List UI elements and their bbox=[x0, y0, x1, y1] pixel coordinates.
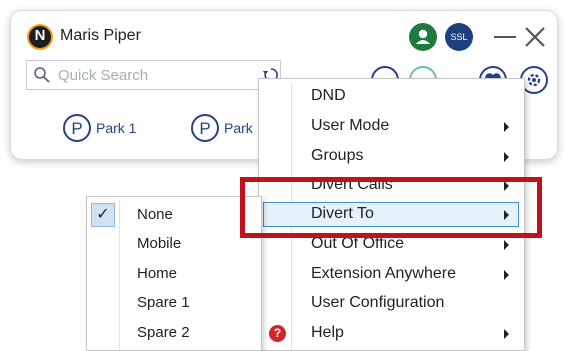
submenu-item-spare-1[interactable]: Spare 1 bbox=[87, 289, 261, 317]
park-label: Park 1 bbox=[96, 120, 137, 136]
park-icon: P bbox=[63, 114, 91, 142]
menu-item-groups[interactable]: Groups bbox=[259, 143, 524, 171]
submenu-item-mobile[interactable]: Mobile bbox=[87, 230, 261, 258]
help-icon: ? bbox=[269, 325, 286, 342]
menu-item-label: User Mode bbox=[311, 117, 390, 134]
check-icon: ✓ bbox=[91, 203, 115, 227]
submenu-arrow-icon bbox=[504, 270, 509, 280]
menu-item-extension-anywhere[interactable]: Extension Anywhere bbox=[259, 261, 524, 289]
menu-item-label: Extension Anywhere bbox=[311, 265, 456, 282]
submenu-item-label: Mobile bbox=[137, 235, 182, 252]
close-button[interactable] bbox=[523, 25, 547, 49]
menu-item-label: Help bbox=[311, 324, 344, 341]
submenu-item-none[interactable]: ✓ None bbox=[87, 201, 261, 229]
menu-item-dnd[interactable]: DND bbox=[259, 83, 524, 111]
submenu-item-label: Spare 1 bbox=[137, 294, 190, 311]
window-title: Maris Piper bbox=[60, 27, 141, 44]
search-box[interactable]: Quick Search bbox=[26, 60, 281, 90]
submenu-arrow-icon bbox=[504, 329, 509, 339]
submenu-arrow-icon bbox=[504, 122, 509, 132]
gear-icon bbox=[527, 73, 541, 87]
highlight-callout-box bbox=[240, 177, 542, 238]
close-icon bbox=[525, 27, 545, 47]
user-icon bbox=[416, 29, 430, 44]
menu-item-user-mode[interactable]: User Mode bbox=[259, 113, 524, 141]
menu-item-label: DND bbox=[311, 87, 346, 104]
minimize-button[interactable] bbox=[494, 36, 516, 38]
search-input[interactable]: Quick Search bbox=[58, 67, 148, 84]
user-status-button[interactable] bbox=[409, 23, 437, 51]
submenu-arrow-icon bbox=[504, 152, 509, 162]
submenu-item-spare-2[interactable]: Spare 2 bbox=[87, 319, 261, 347]
app-logo-icon: N bbox=[27, 24, 53, 50]
menu-item-label: Groups bbox=[311, 147, 364, 164]
ssl-badge[interactable]: SSL bbox=[445, 23, 473, 51]
menu-item-label: User Configuration bbox=[311, 294, 445, 311]
search-icon bbox=[34, 67, 50, 83]
park-icon: P bbox=[191, 114, 219, 142]
park-label: Park bbox=[224, 120, 253, 136]
submenu-item-label: Spare 2 bbox=[137, 324, 190, 341]
menu-item-help[interactable]: ? Help bbox=[259, 320, 524, 348]
submenu-item-label: None bbox=[137, 206, 173, 223]
submenu-item-label: Home bbox=[137, 265, 178, 282]
menu-item-user-configuration[interactable]: User Configuration bbox=[259, 290, 524, 318]
submenu-item-home[interactable]: Home bbox=[87, 260, 261, 288]
divert-to-submenu: ✓ None Mobile Home Spare 1 Spare 2 bbox=[86, 196, 262, 351]
submenu-arrow-icon bbox=[504, 240, 509, 250]
